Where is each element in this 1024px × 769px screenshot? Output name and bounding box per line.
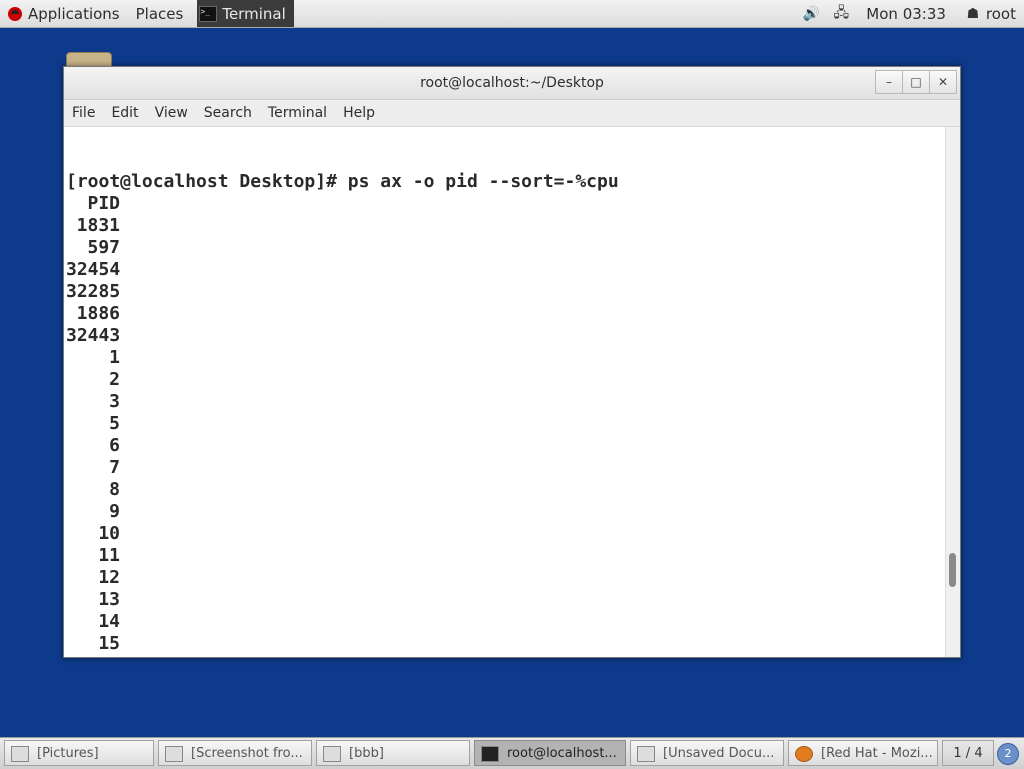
menu-terminal[interactable]: Terminal — [260, 105, 335, 121]
task-firefox[interactable]: [Red Hat - Mozi... — [788, 740, 938, 766]
places-menu[interactable]: Places — [128, 0, 192, 27]
pid-row: 10 — [98, 523, 120, 544]
pid-row: 8 — [109, 479, 120, 500]
terminal-icon: >_ — [199, 5, 218, 22]
volume-icon[interactable]: 🔊 — [802, 6, 820, 22]
pid-row: 32454 — [66, 259, 121, 280]
task-editor[interactable]: [Unsaved Docu... — [630, 740, 784, 766]
pid-row: 9 — [109, 501, 120, 522]
menu-file[interactable]: File — [64, 105, 103, 121]
workspace-pager[interactable]: 1 / 4 — [942, 740, 994, 766]
taskbar: [Pictures] [Screenshot fro... [bbb] root… — [0, 737, 1024, 769]
window-icon — [11, 745, 29, 762]
pid-row: 1886 — [76, 303, 120, 324]
pid-row: 32285 — [66, 281, 121, 302]
image-viewer-icon — [165, 745, 183, 762]
applications-menu[interactable]: Applications — [0, 0, 128, 27]
minimize-icon[interactable]: – — [875, 70, 903, 94]
firefox-icon — [795, 745, 813, 762]
vertical-scrollbar[interactable] — [945, 127, 960, 657]
menu-view[interactable]: View — [147, 105, 196, 121]
pid-row: 3 — [109, 391, 120, 412]
pid-row: 14 — [98, 611, 120, 632]
pid-row: 11 — [98, 545, 120, 566]
pid-row: 6 — [109, 435, 120, 456]
task-terminal[interactable]: root@localhost... — [474, 740, 626, 766]
terminal-output[interactable]: [root@localhost Desktop]# ps ax -o pid -… — [64, 127, 946, 657]
pid-row: 5 — [109, 413, 120, 434]
pid-row: 2 — [109, 369, 120, 390]
menubar: File Edit View Search Terminal Help — [64, 100, 960, 127]
active-app-label: Terminal — [222, 4, 286, 23]
pid-header: PID — [87, 193, 120, 214]
scrollbar-thumb[interactable] — [949, 553, 956, 587]
pid-row: 597 — [87, 237, 120, 258]
pid-row: 1831 — [76, 215, 120, 236]
pid-row: 12 — [98, 567, 120, 588]
terminal-window: root@localhost:~/Desktop – □ ✕ File Edit… — [63, 66, 961, 658]
applications-label: Applications — [28, 4, 120, 23]
menu-edit[interactable]: Edit — [103, 105, 146, 121]
user-icon: ☗ — [966, 5, 980, 22]
task-screenshot[interactable]: [Screenshot fro... — [158, 740, 312, 766]
network-icon[interactable]: 🖧 — [832, 2, 850, 26]
user-menu[interactable]: ☗ root — [956, 0, 1024, 27]
task-bbb[interactable]: [bbb] — [316, 740, 470, 766]
maximize-icon[interactable]: □ — [902, 70, 930, 94]
task-pictures[interactable]: [Pictures] — [4, 740, 154, 766]
terminal-icon — [481, 745, 499, 762]
user-label: root — [985, 4, 1016, 23]
pid-row: 13 — [98, 589, 120, 610]
pid-row: 32443 — [66, 325, 121, 346]
pid-row: 7 — [109, 457, 120, 478]
text-editor-icon — [637, 745, 655, 762]
redhat-logo-icon — [8, 6, 22, 21]
window-title: root@localhost:~/Desktop — [420, 75, 604, 91]
active-app-menu[interactable]: >_ Terminal — [197, 0, 294, 27]
menu-search[interactable]: Search — [196, 105, 260, 121]
menu-help[interactable]: Help — [335, 105, 383, 121]
close-icon[interactable]: ✕ — [929, 70, 957, 94]
window-titlebar[interactable]: root@localhost:~/Desktop – □ ✕ — [64, 67, 960, 100]
command-line: [root@localhost Desktop]# ps ax -o pid -… — [66, 171, 619, 192]
clock[interactable]: Mon 03:33 — [856, 5, 956, 23]
notification-icon[interactable]: 2 — [997, 743, 1019, 765]
top-panel: Applications Places >_ Terminal 🔊 🖧 Mon … — [0, 0, 1024, 28]
places-label: Places — [135, 4, 184, 23]
pid-row: 15 — [98, 633, 120, 654]
pid-row: 1 — [109, 347, 120, 368]
window-icon — [323, 745, 341, 762]
